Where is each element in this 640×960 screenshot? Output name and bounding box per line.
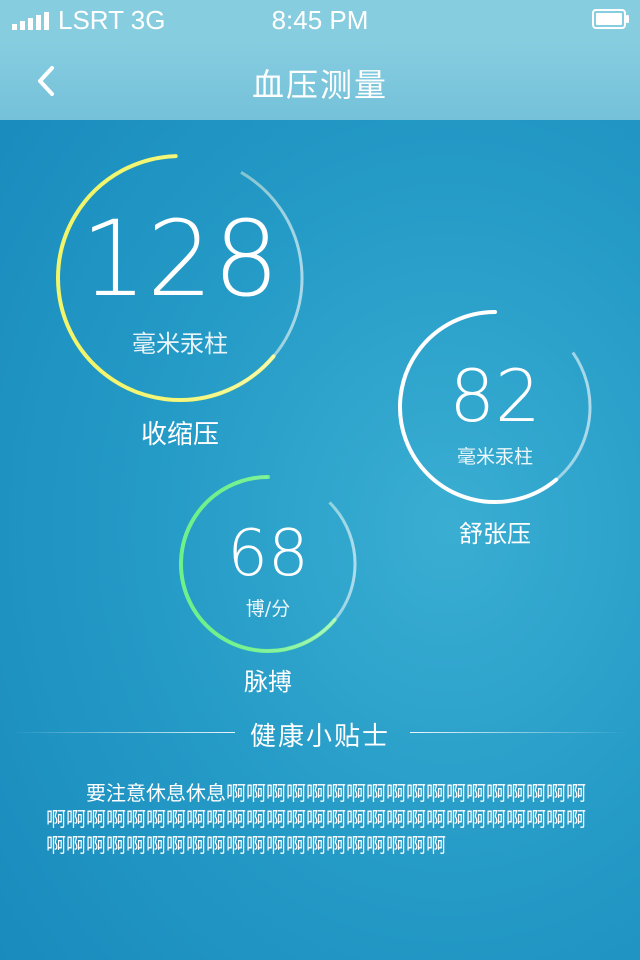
page-title: 血压测量 [251,66,388,104]
health-tips-title: 健康小贴士 [249,722,390,752]
systolic-value: 128 [80,198,280,320]
battery-icon [592,9,629,29]
health-tips-header: 健康小贴士 [0,712,640,752]
diastolic-value: 82 [449,354,541,438]
systolic-label: 收缩压 [140,420,219,450]
health-tips-text: 要注意休息休息啊啊啊啊啊啊啊啊啊啊啊啊啊啊啊啊啊啊啊啊啊啊啊啊啊啊啊啊啊啊啊啊啊… [46,781,586,857]
pulse-unit: 博/分 [245,598,291,620]
diastolic-unit: 毫米汞柱 [456,446,533,468]
nav-bar: 血压测量 [0,40,640,120]
diastolic-label: 舒张压 [459,520,531,548]
pulse-label: 脉搏 [244,668,292,696]
status-time: 8:45 PM [271,5,369,35]
pulse-value: 68 [227,517,309,591]
status-bar: LSRT 3G 8:45 PM [0,0,640,40]
divider-right [410,732,630,733]
systolic-unit: 毫米汞柱 [132,330,228,358]
